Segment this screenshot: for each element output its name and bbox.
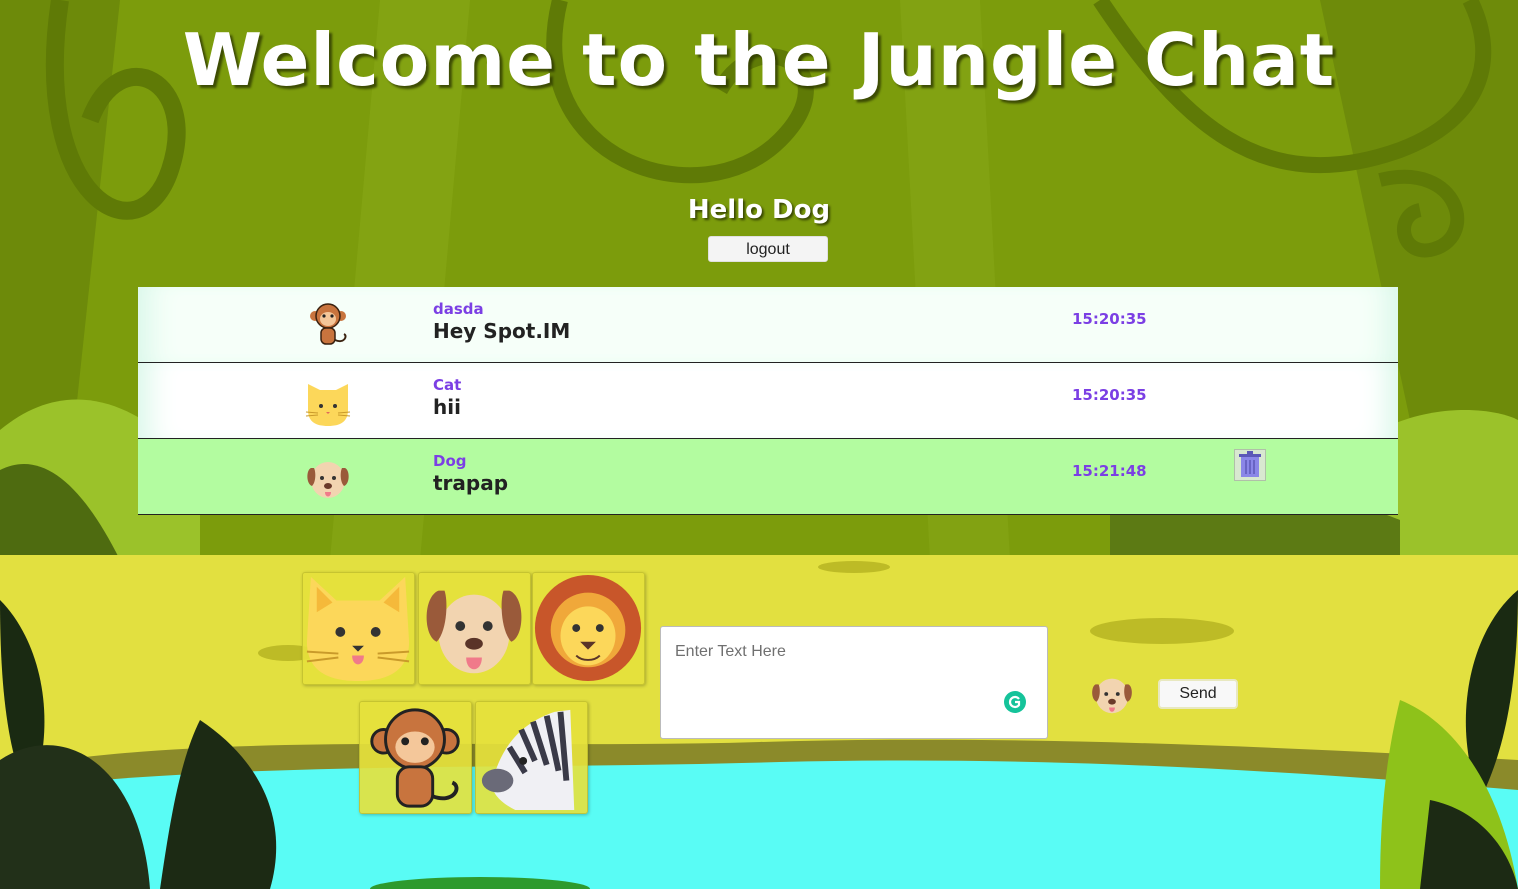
message-input[interactable] xyxy=(660,626,1048,739)
dog-icon xyxy=(307,462,349,498)
dog-icon xyxy=(1092,678,1132,714)
message-row: Cat hii 15:20:35 xyxy=(138,363,1398,439)
message-time: 15:20:35 xyxy=(1072,386,1147,404)
cat-icon xyxy=(306,576,410,682)
cat-icon xyxy=(305,384,351,426)
zebra-icon xyxy=(481,709,575,811)
message-time: 15:21:48 xyxy=(1072,462,1147,480)
lion-icon xyxy=(534,574,642,682)
avatar-option-lion[interactable] xyxy=(532,572,645,685)
avatar-option-cat[interactable] xyxy=(302,572,415,685)
dog-icon xyxy=(426,590,522,674)
avatar-option-monkey[interactable] xyxy=(359,701,472,814)
message-list: dasda Hey Spot.IM 15:20:35 Cat hii 15:20… xyxy=(138,287,1398,515)
message-row: Dog trapap 15:21:48 xyxy=(138,439,1398,515)
monkey-icon xyxy=(310,303,347,345)
send-button[interactable]: Send xyxy=(1158,679,1238,709)
page-title: Welcome to the Jungle Chat xyxy=(182,18,1336,102)
message-text: trapap xyxy=(433,471,509,495)
monkey-icon xyxy=(370,708,460,808)
avatar-option-zebra[interactable] xyxy=(475,701,588,814)
trash-icon xyxy=(1239,451,1261,477)
message-author: Dog xyxy=(433,452,467,470)
grammarly-icon[interactable] xyxy=(1004,691,1026,713)
delete-message-button[interactable] xyxy=(1234,449,1266,481)
logout-button[interactable]: logout xyxy=(708,236,828,262)
message-row: dasda Hey Spot.IM 15:20:35 xyxy=(138,287,1398,363)
message-text: hii xyxy=(433,395,461,419)
avatar-picker xyxy=(302,572,652,822)
message-author: Cat xyxy=(433,376,462,394)
message-text: Hey Spot.IM xyxy=(433,319,571,343)
message-time: 15:20:35 xyxy=(1072,310,1147,328)
greeting: Hello Dog xyxy=(687,195,831,225)
message-author: dasda xyxy=(433,300,484,318)
avatar-option-dog[interactable] xyxy=(418,572,531,685)
